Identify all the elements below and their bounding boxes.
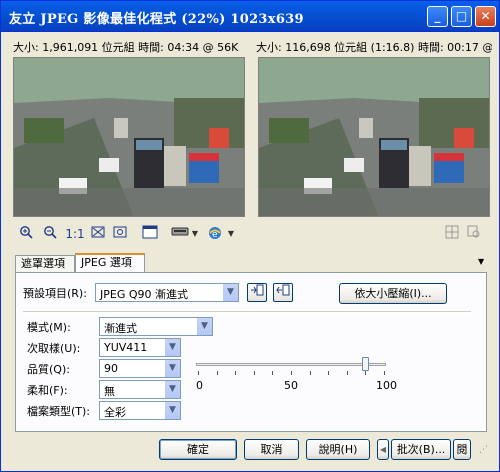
help-button[interactable]: 說明(H) — [306, 439, 370, 460]
mode-value: 漸進式 — [104, 322, 137, 335]
chevron-down-icon: ▼ — [222, 284, 238, 301]
resize-grip-icon[interactable]: ⋰ — [479, 445, 488, 455]
maximize-button[interactable]: □ — [451, 6, 472, 27]
panel-menu-icon[interactable]: ▼ — [478, 257, 484, 266]
mode-label: 模式(M): — [27, 321, 71, 334]
batch-button[interactable]: 批次(B)... — [391, 439, 451, 460]
subsampling-value: YUV411 — [104, 341, 148, 354]
divider — [23, 311, 471, 313]
chevron-down-icon[interactable]: ▼ — [164, 360, 180, 377]
slider-mid-label: 50 — [284, 379, 298, 392]
file-type-dropdown[interactable]: 全彩 ▼ — [99, 401, 181, 420]
slider-tick — [346, 371, 348, 375]
quality-slider-track[interactable] — [196, 363, 386, 366]
slider-tick — [365, 371, 367, 375]
chevron-down-icon: ▼ — [196, 318, 212, 335]
title-bar[interactable]: 友立 JPEG 影像最佳化程式 (22%) 1023x639 _ □ ✕ — [1, 1, 499, 32]
browser-icon[interactable]: e — [205, 225, 225, 243]
ok-button[interactable]: 確定 — [159, 439, 237, 460]
scanner-dropdown-icon[interactable]: ▼ — [191, 225, 199, 243]
file-type-label: 檔案類型(T): — [27, 405, 91, 418]
cancel-button[interactable]: 取消 — [244, 439, 299, 460]
slider-max-label: 100 — [376, 379, 397, 392]
quality-label: 品質(Q): — [27, 363, 70, 376]
slider-tick — [198, 371, 199, 375]
optimized-image[interactable] — [258, 57, 490, 217]
slider-tick — [272, 371, 274, 375]
slider-tick — [291, 371, 292, 375]
preset-label: 預設項目(R): — [23, 287, 87, 300]
file-type-value: 全彩 — [104, 406, 126, 419]
quality-spinbox[interactable]: 90 ▼ — [99, 359, 181, 378]
quality-value: 90 — [104, 362, 118, 375]
slider-min-label: 0 — [196, 379, 203, 392]
slider-tick — [328, 371, 330, 375]
original-info: 大小: 1,961,091 位元組 時間: 04:34 @ 56K — [13, 41, 239, 54]
view-toolbar: 1:1 ▼ e ▼ — [17, 225, 491, 245]
slider-tick — [309, 371, 311, 375]
preset-dropdown[interactable]: JPEG Q90 漸進式 ▼ — [95, 283, 239, 302]
optimized-info: 大小: 116,698 位元組 (1:16.8) 時間: 00:17 @ 5 — [256, 41, 492, 54]
app-window: 友立 JPEG 影像最佳化程式 (22%) 1023x639 _ □ ✕ 大小:… — [0, 0, 500, 472]
previous-button[interactable]: ◀ — [377, 439, 389, 460]
street-photo-optimized — [259, 58, 489, 216]
save-preset-button[interactable] — [247, 283, 267, 302]
slider-tick — [384, 371, 385, 375]
zoom-compare-icon[interactable] — [465, 225, 483, 243]
preset-value: JPEG Q90 漸進式 — [100, 288, 188, 301]
smoothing-dropdown[interactable]: 無 ▼ — [99, 380, 181, 399]
quality-slider-thumb[interactable] — [362, 357, 370, 371]
tab-mask-options[interactable]: 遮罩選項 — [15, 255, 75, 272]
slider-tick — [216, 371, 218, 375]
fit-window-icon[interactable] — [89, 225, 107, 243]
browser-dropdown-icon[interactable]: ▼ — [227, 225, 235, 243]
tab-jpeg-options[interactable]: JPEG 選項 — [75, 253, 145, 273]
chevron-down-icon: ▼ — [164, 339, 180, 356]
compare-icon[interactable] — [443, 225, 461, 243]
slider-tick — [235, 371, 237, 375]
minimize-button[interactable]: _ — [427, 6, 448, 27]
subsampling-label: 次取樣(U): — [27, 342, 81, 355]
mode-dropdown[interactable]: 漸進式 ▼ — [99, 317, 213, 336]
smoothing-value: 無 — [104, 385, 115, 398]
browse-button[interactable]: 閱 — [453, 439, 471, 460]
compress-by-size-button[interactable]: 依大小壓縮(I)... — [339, 283, 447, 304]
single-view-icon[interactable] — [141, 225, 159, 243]
save-preset-icon — [251, 284, 264, 296]
delete-preset-button[interactable] — [273, 283, 293, 302]
slider-tick — [253, 371, 255, 375]
zoom-out-icon[interactable] — [41, 225, 59, 243]
svg-text:e: e — [212, 230, 218, 240]
chevron-down-icon: ▼ — [164, 402, 180, 419]
scanner-icon[interactable] — [169, 225, 191, 243]
center-icon[interactable] — [111, 225, 129, 243]
window-title: 友立 JPEG 影像最佳化程式 (22%) 1023x639 — [9, 12, 304, 27]
subsampling-dropdown[interactable]: YUV411 ▼ — [99, 338, 181, 357]
smoothing-label: 柔和(F): — [27, 384, 68, 397]
actual-size-button[interactable]: 1:1 — [65, 225, 85, 243]
original-image[interactable] — [13, 57, 245, 217]
chevron-down-icon: ▼ — [164, 381, 180, 398]
zoom-in-icon[interactable] — [17, 225, 35, 243]
street-photo-original — [14, 58, 244, 216]
delete-preset-icon — [276, 284, 290, 296]
close-button[interactable]: ✕ — [475, 6, 496, 27]
